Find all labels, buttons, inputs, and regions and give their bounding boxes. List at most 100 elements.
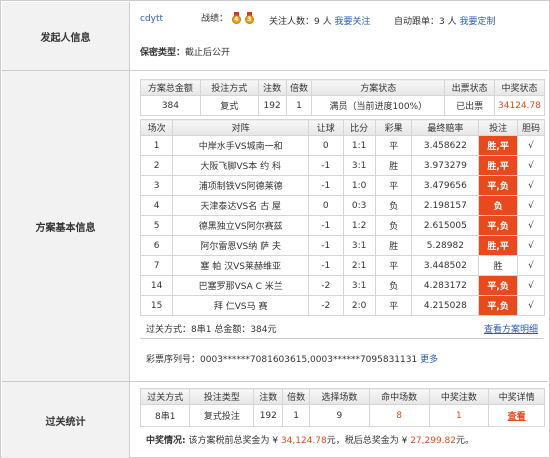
match-handicap: -1 — [308, 155, 344, 176]
col-header: 场次 — [139, 119, 174, 136]
match-score: 2:1 — [342, 255, 376, 276]
match-banker: √ — [517, 175, 545, 196]
match-odds: 5.28982 — [411, 235, 480, 256]
match-bet: 平,负 — [478, 215, 519, 236]
bet-multiple: 1 — [282, 404, 310, 427]
customize-link[interactable]: 我要定制 — [459, 17, 495, 27]
match-row: 14 巴塞罗那VSA C 米兰 -2 3:1 负 4.283172 平,负 √ — [139, 275, 545, 296]
match-number: 3 — [139, 175, 174, 196]
detail-link[interactable]: 查看方案明细 — [484, 322, 538, 335]
medal-icon: 4 — [231, 11, 241, 24]
match-bet: 胜,平 — [478, 135, 519, 156]
match-row: 6 阿尔雷恩VS纳 萨 夫 -1 3:1 胜 5.28982 胜,平 √ — [139, 235, 545, 256]
match-bet: 胜,平 — [478, 155, 519, 176]
pass-stats-row: 8串1 复式投注 192 1 9 8 1 查看 — [139, 404, 545, 427]
col-header: 投注方式 — [199, 79, 259, 96]
match-number: 6 — [139, 235, 174, 256]
col-header: 中奖状态 — [494, 79, 545, 96]
match-banker: √ — [517, 235, 545, 256]
match-number: 7 — [139, 255, 174, 276]
follow-info: 关注人数：9 人 我要关注 — [269, 17, 371, 27]
page: 发起人信息 方案基本信息 过关统计 cdytt 战绩： 4 3 关注人数：9 人… — [0, 0, 550, 458]
win-detail-cell: 查看 — [488, 404, 545, 427]
match-score: 3:1 — [342, 155, 376, 176]
follow-link[interactable]: 我要关注 — [334, 17, 370, 27]
match-number: 14 — [139, 275, 174, 296]
match-number: 15 — [139, 295, 174, 316]
col-header: 命中场数 — [368, 388, 430, 405]
match-handicap: -1 — [308, 235, 344, 256]
match-bet: 平,负 — [478, 175, 519, 196]
match-banker: √ — [517, 295, 545, 316]
match-banker: √ — [517, 155, 545, 176]
col-header: 对阵 — [172, 119, 310, 136]
match-odds: 2.615005 — [411, 215, 480, 236]
match-score: 3:1 — [342, 275, 376, 296]
section-initiator: 发起人信息 — [2, 2, 130, 70]
col-header: 出票状态 — [444, 79, 496, 96]
plan-method: 复式 — [199, 95, 259, 116]
match-number: 2 — [139, 155, 174, 176]
col-header: 中奖注数 — [428, 388, 490, 405]
match-odds: 3.448502 — [411, 255, 480, 276]
col-header: 方案总金额 — [140, 79, 201, 96]
match-row: 3 浦项制铁VS阿德莱德 -1 1:0 平 3.479656 平,负 √ — [139, 175, 545, 196]
match-banker: √ — [517, 255, 545, 276]
match-odds: 3.479656 — [411, 175, 480, 196]
match-handicap: -1 — [308, 175, 344, 196]
col-header: 投注类型 — [189, 388, 255, 405]
match-result: 负 — [374, 195, 413, 216]
autofollow-info: 自动跟单：3 人 我要定制 — [394, 17, 496, 27]
match-number: 1 — [139, 135, 174, 156]
match-teams: 中岸水手VS城南一和 — [172, 135, 310, 156]
col-header: 让球 — [308, 119, 344, 136]
plan-multiple: 1 — [285, 95, 313, 116]
pass-mode: 8串1 — [139, 404, 191, 427]
match-teams: 拜 仁VS马 赛 — [172, 295, 310, 316]
medal-icon: 3 — [244, 11, 254, 24]
match-result: 平 — [374, 295, 413, 316]
secret-type: 保密类型：截止后公开 — [140, 48, 231, 58]
col-header: 倍数 — [282, 388, 310, 405]
record: 战绩： 4 3 — [201, 11, 254, 24]
match-odds: 3.973279 — [411, 155, 480, 176]
match-score: 3:1 — [342, 235, 376, 256]
col-header: 投注 — [478, 119, 519, 136]
match-row: 2 大阪飞脚VS本 约 科 -1 3:1 胜 3.973279 胜,平 √ — [139, 155, 545, 176]
match-teams: 塞 帕 汉VS莱赫维亚 — [172, 255, 310, 276]
col-header: 注数 — [253, 388, 284, 405]
more-link[interactable]: 更多 — [420, 355, 438, 365]
match-score: 1:2 — [342, 215, 376, 236]
match-odds: 2.198157 — [411, 195, 480, 216]
match-result: 平 — [374, 135, 413, 156]
match-odds: 3.458622 — [411, 135, 480, 156]
match-handicap: -1 — [308, 215, 344, 236]
match-teams: 天津泰达VS名 古 屋 — [172, 195, 310, 216]
match-bet: 平,负 — [478, 295, 519, 316]
match-bet: 平,负 — [478, 275, 519, 296]
col-header: 倍数 — [285, 79, 313, 96]
match-score: 0:3 — [342, 195, 376, 216]
match-row: 5 德黑独立VS阿尔赛兹 -1 1:2 负 2.615005 平,负 √ — [139, 215, 545, 236]
match-result: 平 — [374, 255, 413, 276]
section-pass: 过关统计 — [2, 382, 130, 458]
match-odds: 4.283172 — [411, 275, 480, 296]
match-handicap: 0 — [308, 135, 344, 156]
col-header: 中奖详情 — [488, 388, 545, 405]
pass-stats-table: 过关方式 投注类型 注数 倍数 选择场数 命中场数 中奖注数 中奖详情 8串1 … — [139, 388, 545, 427]
match-result: 胜 — [374, 235, 413, 256]
match-teams: 浦项制铁VS阿德莱德 — [172, 175, 310, 196]
chosen-count: 9 — [308, 404, 370, 427]
match-result: 胜 — [374, 155, 413, 176]
col-header: 选择场数 — [308, 388, 370, 405]
summary-table: 方案总金额 投注方式 注数 倍数 方案状态 出票状态 中奖状态 384 复式 1… — [140, 79, 545, 116]
plan-amount: 384 — [140, 95, 201, 116]
col-header: 彩果 — [374, 119, 413, 136]
username-link[interactable]: cdytt — [140, 14, 163, 24]
match-row: 4 天津泰达VS名 古 屋 0 0:3 负 2.198157 负 √ — [139, 195, 545, 216]
matches-table: 场次 对阵 让球 比分 彩果 最终赔率 投注 胆码 1 中岸水手VS城南一和 0 1:… — [139, 119, 545, 316]
match-score: 1:0 — [342, 175, 376, 196]
match-odds: 4.215028 — [411, 295, 480, 316]
match-row: 7塞 帕 汉VS莱赫维亚 -1 2:1 平 3.448502 胜 √ — [139, 255, 545, 276]
win-detail-link[interactable]: 查看 — [508, 412, 526, 422]
